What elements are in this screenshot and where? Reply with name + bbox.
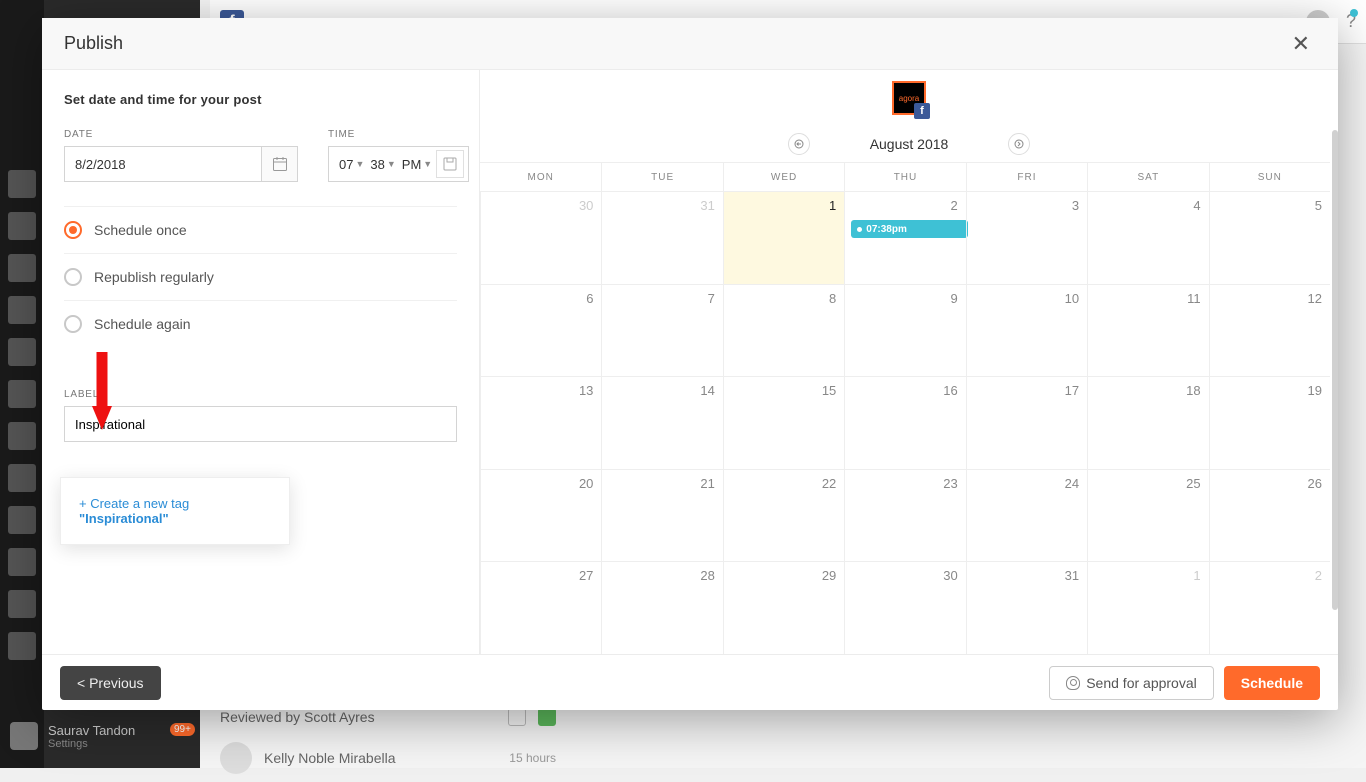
radio-icon xyxy=(64,221,82,239)
calendar-panel: agoraf August 2018 MONTUEWEDTHUFRISATSUN… xyxy=(480,70,1338,654)
calendar-cell[interactable]: 31 xyxy=(601,191,722,284)
calendar-cell[interactable]: 1 xyxy=(1087,561,1208,654)
calendar-prev-button[interactable] xyxy=(788,133,810,155)
send-for-approval-button[interactable]: Send for approval xyxy=(1049,666,1214,700)
facebook-badge-icon: f xyxy=(914,103,930,119)
calendar-cell[interactable]: 16 xyxy=(844,376,965,469)
calendar-cell[interactable]: 13 xyxy=(480,376,601,469)
labels-label: LABELS xyxy=(64,389,457,400)
calendar-picker-icon[interactable] xyxy=(261,147,297,181)
calendar-cell[interactable]: 12 xyxy=(1209,284,1330,377)
calendar-cell[interactable]: 31 xyxy=(966,561,1087,654)
option-republish-regularly[interactable]: Republish regularly xyxy=(64,254,457,301)
schedule-options: Schedule once Republish regularly Schedu… xyxy=(64,206,457,347)
calendar-cell[interactable]: 9 xyxy=(844,284,965,377)
calendar-day-header: MON xyxy=(480,163,601,191)
calendar-day-header: TUE xyxy=(601,163,722,191)
time-save-icon[interactable] xyxy=(436,150,464,178)
radio-icon xyxy=(64,315,82,333)
user-icon xyxy=(1066,676,1080,690)
calendar-day-header: THU xyxy=(844,163,965,191)
calendar-cell[interactable]: 28 xyxy=(601,561,722,654)
calendar-cell[interactable]: 15 xyxy=(723,376,844,469)
calendar-cell[interactable]: 4 xyxy=(1087,191,1208,284)
time-label: TIME xyxy=(328,129,469,140)
calendar-next-button[interactable] xyxy=(1008,133,1030,155)
calendar-cell[interactable]: 24 xyxy=(966,469,1087,562)
calendar-cell[interactable]: 25 xyxy=(1087,469,1208,562)
time-ampm-select[interactable]: PM▼ xyxy=(400,157,434,172)
calendar-day-header: WED xyxy=(723,163,844,191)
previous-button[interactable]: < Previous xyxy=(60,666,161,700)
bg-feed: Reviewed by Scott Ayres Kelly Noble Mira… xyxy=(220,700,556,782)
calendar-cell[interactable]: 20 xyxy=(480,469,601,562)
calendar-cell[interactable]: 10 xyxy=(966,284,1087,377)
create-tag-link[interactable]: + Create a new tag "Inspirational" xyxy=(79,496,189,526)
calendar-cell[interactable]: 26 xyxy=(1209,469,1330,562)
calendar-cell[interactable]: 22 xyxy=(723,469,844,562)
bg-profile-list xyxy=(8,170,36,674)
radio-icon xyxy=(64,268,82,286)
time-field[interactable]: 07▼ 38▼ PM▼ xyxy=(328,146,469,182)
calendar-cell[interactable]: 14 xyxy=(601,376,722,469)
labels-input[interactable] xyxy=(64,406,457,442)
calendar-title: August 2018 xyxy=(870,136,949,152)
calendar-cell[interactable]: 6 xyxy=(480,284,601,377)
help-icon: ? xyxy=(1346,11,1356,32)
calendar-event[interactable]: 07:38pm xyxy=(851,220,967,238)
date-input[interactable] xyxy=(65,147,261,181)
calendar-cell[interactable]: 27 xyxy=(480,561,601,654)
calendar-cell[interactable]: 11 xyxy=(1087,284,1208,377)
calendar-cell[interactable]: 30 xyxy=(844,561,965,654)
bg-current-user: Saurav Tandon Settings xyxy=(10,722,135,750)
time-minute-select[interactable]: 38▼ xyxy=(368,157,397,172)
modal-title: Publish xyxy=(64,33,123,54)
calendar-grid: MONTUEWEDTHUFRISATSUN30311207:38pm345678… xyxy=(480,162,1330,654)
calendar-cell[interactable]: 5 xyxy=(1209,191,1330,284)
calendar-cell[interactable]: 1 xyxy=(723,191,844,284)
close-button[interactable]: ✕ xyxy=(1286,27,1316,61)
calendar-cell[interactable]: 7 xyxy=(601,284,722,377)
option-schedule-once[interactable]: Schedule once xyxy=(64,207,457,254)
schedule-button[interactable]: Schedule xyxy=(1224,666,1320,700)
calendar-cell[interactable]: 2 xyxy=(1209,561,1330,654)
agora-logo-icon: agoraf xyxy=(892,81,926,115)
calendar-day-header: SAT xyxy=(1087,163,1208,191)
calendar-cell[interactable]: 207:38pm xyxy=(844,191,965,284)
bg-notification-badge: 99+ xyxy=(170,723,195,736)
calendar-day-header: SUN xyxy=(1209,163,1330,191)
calendar-cell[interactable]: 19 xyxy=(1209,376,1330,469)
channel-badge: agoraf xyxy=(480,70,1338,126)
calendar-cell[interactable]: 17 xyxy=(966,376,1087,469)
calendar-scrollbar[interactable] xyxy=(1332,130,1338,610)
calendar-cell[interactable]: 21 xyxy=(601,469,722,562)
date-field[interactable] xyxy=(64,146,298,182)
time-hour-select[interactable]: 07▼ xyxy=(337,157,366,172)
calendar-cell[interactable]: 29 xyxy=(723,561,844,654)
modal-footer: < Previous Send for approval Schedule xyxy=(42,654,1338,710)
publish-modal: Publish ✕ Set date and time for your pos… xyxy=(42,18,1338,710)
create-tag-popover[interactable]: + Create a new tag "Inspirational" xyxy=(60,477,290,545)
panel-heading: Set date and time for your post xyxy=(64,92,457,107)
date-label: DATE xyxy=(64,129,298,140)
calendar-cell[interactable]: 23 xyxy=(844,469,965,562)
calendar-nav: August 2018 xyxy=(480,126,1338,162)
schedule-panel: Set date and time for your post DATE TIM… xyxy=(42,70,480,654)
calendar-cell[interactable]: 8 xyxy=(723,284,844,377)
calendar-cell[interactable]: 3 xyxy=(966,191,1087,284)
modal-header: Publish ✕ xyxy=(42,18,1338,70)
calendar-cell[interactable]: 18 xyxy=(1087,376,1208,469)
calendar-cell[interactable]: 30 xyxy=(480,191,601,284)
calendar-day-header: FRI xyxy=(966,163,1087,191)
labels-section: LABELS xyxy=(64,389,457,442)
option-schedule-again[interactable]: Schedule again xyxy=(64,301,457,347)
